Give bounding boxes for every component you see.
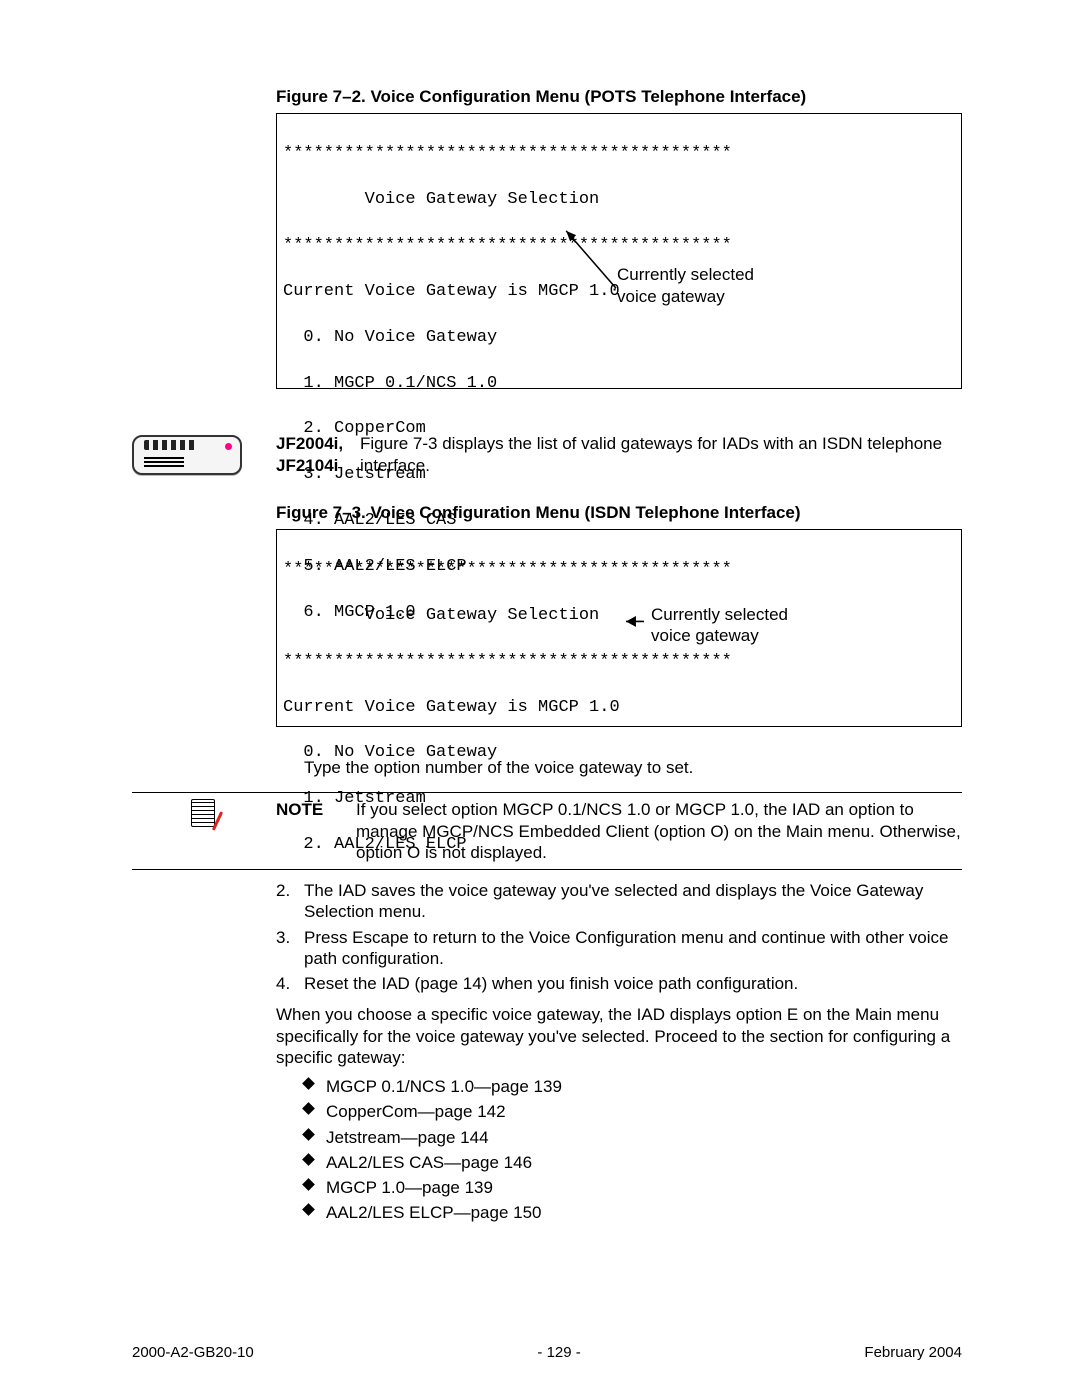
figure-1-option-0: 0. No Voice Gateway bbox=[283, 327, 951, 350]
figure-2-current-line: Current Voice Gateway is MGCP 1.0 bbox=[283, 697, 951, 720]
page-footer: 2000-A2-GB20-10 - 129 - February 2004 bbox=[132, 1344, 962, 1363]
figure-1-caption: Figure 7–2. Voice Configuration Menu (PO… bbox=[276, 86, 962, 107]
list-item: MGCP 1.0—page 139 bbox=[304, 1177, 962, 1198]
figure-2-title: Voice Gateway Selection bbox=[283, 605, 951, 628]
figure-2-option-0: 0. No Voice Gateway bbox=[283, 742, 951, 765]
list-item: MGCP 0.1/NCS 1.0—page 139 bbox=[304, 1076, 962, 1097]
figure-1-divider-top: ****************************************… bbox=[283, 143, 951, 166]
list-item-text: AAL2/LES CAS—page 146 bbox=[326, 1152, 962, 1173]
list-item-text: MGCP 0.1/NCS 1.0—page 139 bbox=[326, 1076, 962, 1097]
gateway-page-list: MGCP 0.1/NCS 1.0—page 139 CopperCom—page… bbox=[304, 1076, 962, 1224]
diamond-bullet-icon bbox=[304, 1177, 326, 1189]
figure-1-option-1: 1. MGCP 0.1/NCS 1.0 bbox=[283, 373, 951, 396]
list-item-text: Jetstream—page 144 bbox=[326, 1127, 962, 1148]
step-4: 4. Reset the IAD (page 14) when you fini… bbox=[276, 973, 962, 994]
figure-1-option-3: 3. Jetstream bbox=[283, 464, 951, 487]
diamond-bullet-icon bbox=[304, 1101, 326, 1113]
diamond-bullet-icon bbox=[304, 1076, 326, 1088]
diamond-bullet-icon bbox=[304, 1152, 326, 1164]
list-item-text: MGCP 1.0—page 139 bbox=[326, 1177, 962, 1198]
figure-1-divider-bottom: ****************************************… bbox=[283, 235, 951, 258]
diamond-bullet-icon bbox=[304, 1202, 326, 1214]
after-steps-paragraph: When you choose a specific voice gateway… bbox=[276, 1004, 962, 1068]
figure-1-terminal-box: ****************************************… bbox=[276, 113, 962, 389]
list-item: CopperCom—page 142 bbox=[304, 1101, 962, 1122]
figure-2-divider-top: ****************************************… bbox=[283, 559, 951, 582]
figure-2-option-1: 1. Jetstream bbox=[283, 788, 951, 811]
list-item-text: AAL2/LES ELCP—page 150 bbox=[326, 1202, 962, 1223]
note-icon bbox=[191, 799, 217, 829]
figure-1-option-2: 2. CopperCom bbox=[283, 418, 951, 441]
figure-2-option-2: 2. AAL2/LES ELCP bbox=[283, 834, 951, 857]
figure-1-callout-label: Currently selectedvoice gateway bbox=[617, 264, 754, 307]
footer-doc-number: 2000-A2-GB20-10 bbox=[132, 1344, 254, 1363]
diamond-bullet-icon bbox=[304, 1127, 326, 1139]
figure-2-divider-bottom: ****************************************… bbox=[283, 651, 951, 674]
figure-2-terminal-box: ****************************************… bbox=[276, 529, 962, 727]
step-4-text: Reset the IAD (page 14) when you finish … bbox=[304, 973, 962, 994]
figure-2-callout-label: Currently selectedvoice gateway bbox=[651, 604, 788, 647]
page: Figure 7–2. Voice Configuration Menu (PO… bbox=[0, 0, 1080, 1397]
footer-page-number: - 129 - bbox=[537, 1344, 580, 1363]
list-item: AAL2/LES CAS—page 146 bbox=[304, 1152, 962, 1173]
device-icon bbox=[132, 435, 242, 475]
list-item-text: CopperCom—page 142 bbox=[326, 1101, 962, 1122]
list-item: AAL2/LES ELCP—page 150 bbox=[304, 1202, 962, 1223]
figure-1-title: Voice Gateway Selection bbox=[283, 189, 951, 212]
footer-date: February 2004 bbox=[864, 1344, 962, 1363]
list-item: Jetstream—page 144 bbox=[304, 1127, 962, 1148]
